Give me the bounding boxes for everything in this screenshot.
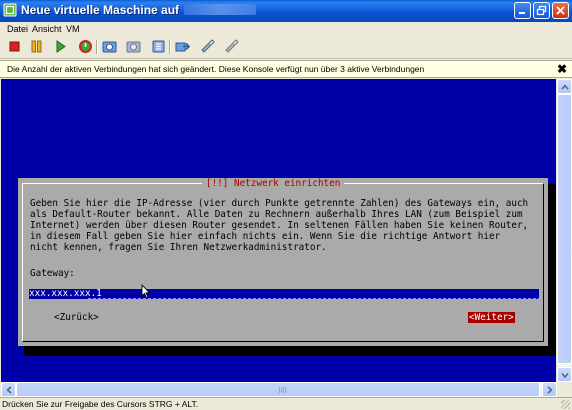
gateway-input-underline [88, 298, 539, 299]
toolbar-separator [169, 40, 171, 54]
resize-grip-icon[interactable] [561, 400, 570, 409]
status-bar: Drücken Sie zur Freigabe des Cursors STR… [0, 397, 572, 410]
play-icon[interactable] [52, 38, 69, 55]
horizontal-scrollbar[interactable] [1, 382, 557, 397]
dialog-text-line: als Default-Router bekannt. Alle Daten z… [30, 209, 523, 220]
back-button[interactable]: <Zurück> [54, 312, 99, 323]
settings-icon[interactable] [199, 38, 216, 55]
dialog-text-line: in diesem Fall geben Sie hier einfach ni… [30, 231, 501, 242]
close-info-bar-icon[interactable]: ✖ [557, 62, 567, 76]
menu-datei[interactable]: Datei [7, 24, 28, 34]
gateway-label: Gateway: [30, 268, 75, 279]
migrate-icon[interactable] [174, 38, 191, 55]
scroll-down-button[interactable] [557, 367, 572, 382]
clone-icon[interactable] [223, 38, 240, 55]
chevron-up-icon [561, 84, 569, 90]
title-bar: Neue virtuelle Maschine auf [0, 0, 572, 22]
network-setup-dialog: [!!] Netzwerk einrichten Geben Sie hier … [18, 178, 548, 346]
vertical-scroll-thumb[interactable] [557, 94, 572, 364]
chevron-right-icon [547, 386, 553, 394]
mouse-pointer-icon [141, 284, 151, 299]
vm-console[interactable]: [!!] Netzwerk einrichten Geben Sie hier … [1, 79, 556, 382]
next-button[interactable]: <Weiter> [468, 312, 515, 323]
revert-snapshot-icon[interactable] [125, 38, 142, 55]
close-window-button[interactable] [552, 2, 569, 19]
maximize-button[interactable] [533, 2, 550, 19]
manage-snapshots-icon[interactable] [150, 38, 167, 55]
scroll-left-button[interactable] [1, 382, 16, 397]
menu-bar: Datei Ansicht VM [0, 22, 572, 36]
dialog-text-line: Internet) werden über diesen Router gese… [30, 220, 529, 231]
vertical-scrollbar[interactable] [557, 79, 572, 382]
chevron-left-icon [6, 386, 12, 394]
snapshot-icon[interactable] [101, 38, 118, 55]
host-name-redacted [184, 4, 257, 15]
menu-vm[interactable]: VM [66, 24, 80, 34]
minimize-icon [519, 12, 525, 14]
chevron-down-icon [561, 373, 569, 379]
minimize-button[interactable] [514, 2, 531, 19]
horizontal-scroll-thumb[interactable] [16, 382, 540, 397]
dialog-text-line: nicht kennen, fragen Sie Ihren Netzwerka… [30, 242, 327, 253]
stop-icon[interactable] [6, 38, 23, 55]
scroll-right-button[interactable] [542, 382, 557, 397]
scroll-up-button[interactable] [557, 79, 572, 94]
close-icon [556, 6, 565, 15]
window-title: Neue virtuelle Maschine auf [21, 3, 257, 17]
reset-icon[interactable] [77, 38, 94, 55]
pause-icon[interactable] [28, 38, 45, 55]
info-bar: Die Anzahl der aktiven Verbindungen hat … [0, 60, 572, 78]
status-text: Drücken Sie zur Freigabe des Cursors STR… [2, 399, 199, 409]
dialog-title: [!!] Netzwerk einrichten [202, 178, 345, 190]
scroll-grip [279, 387, 287, 393]
vm-console-icon [3, 3, 17, 17]
info-message: Die Anzahl der aktiven Verbindungen hat … [7, 64, 425, 74]
restore-icon [536, 5, 547, 16]
dialog-text-line: Geben Sie hier die IP-Adresse (vier durc… [30, 198, 529, 209]
menu-ansicht[interactable]: Ansicht [32, 24, 62, 34]
toolbar [0, 36, 572, 59]
toolbar-separator [96, 40, 98, 54]
